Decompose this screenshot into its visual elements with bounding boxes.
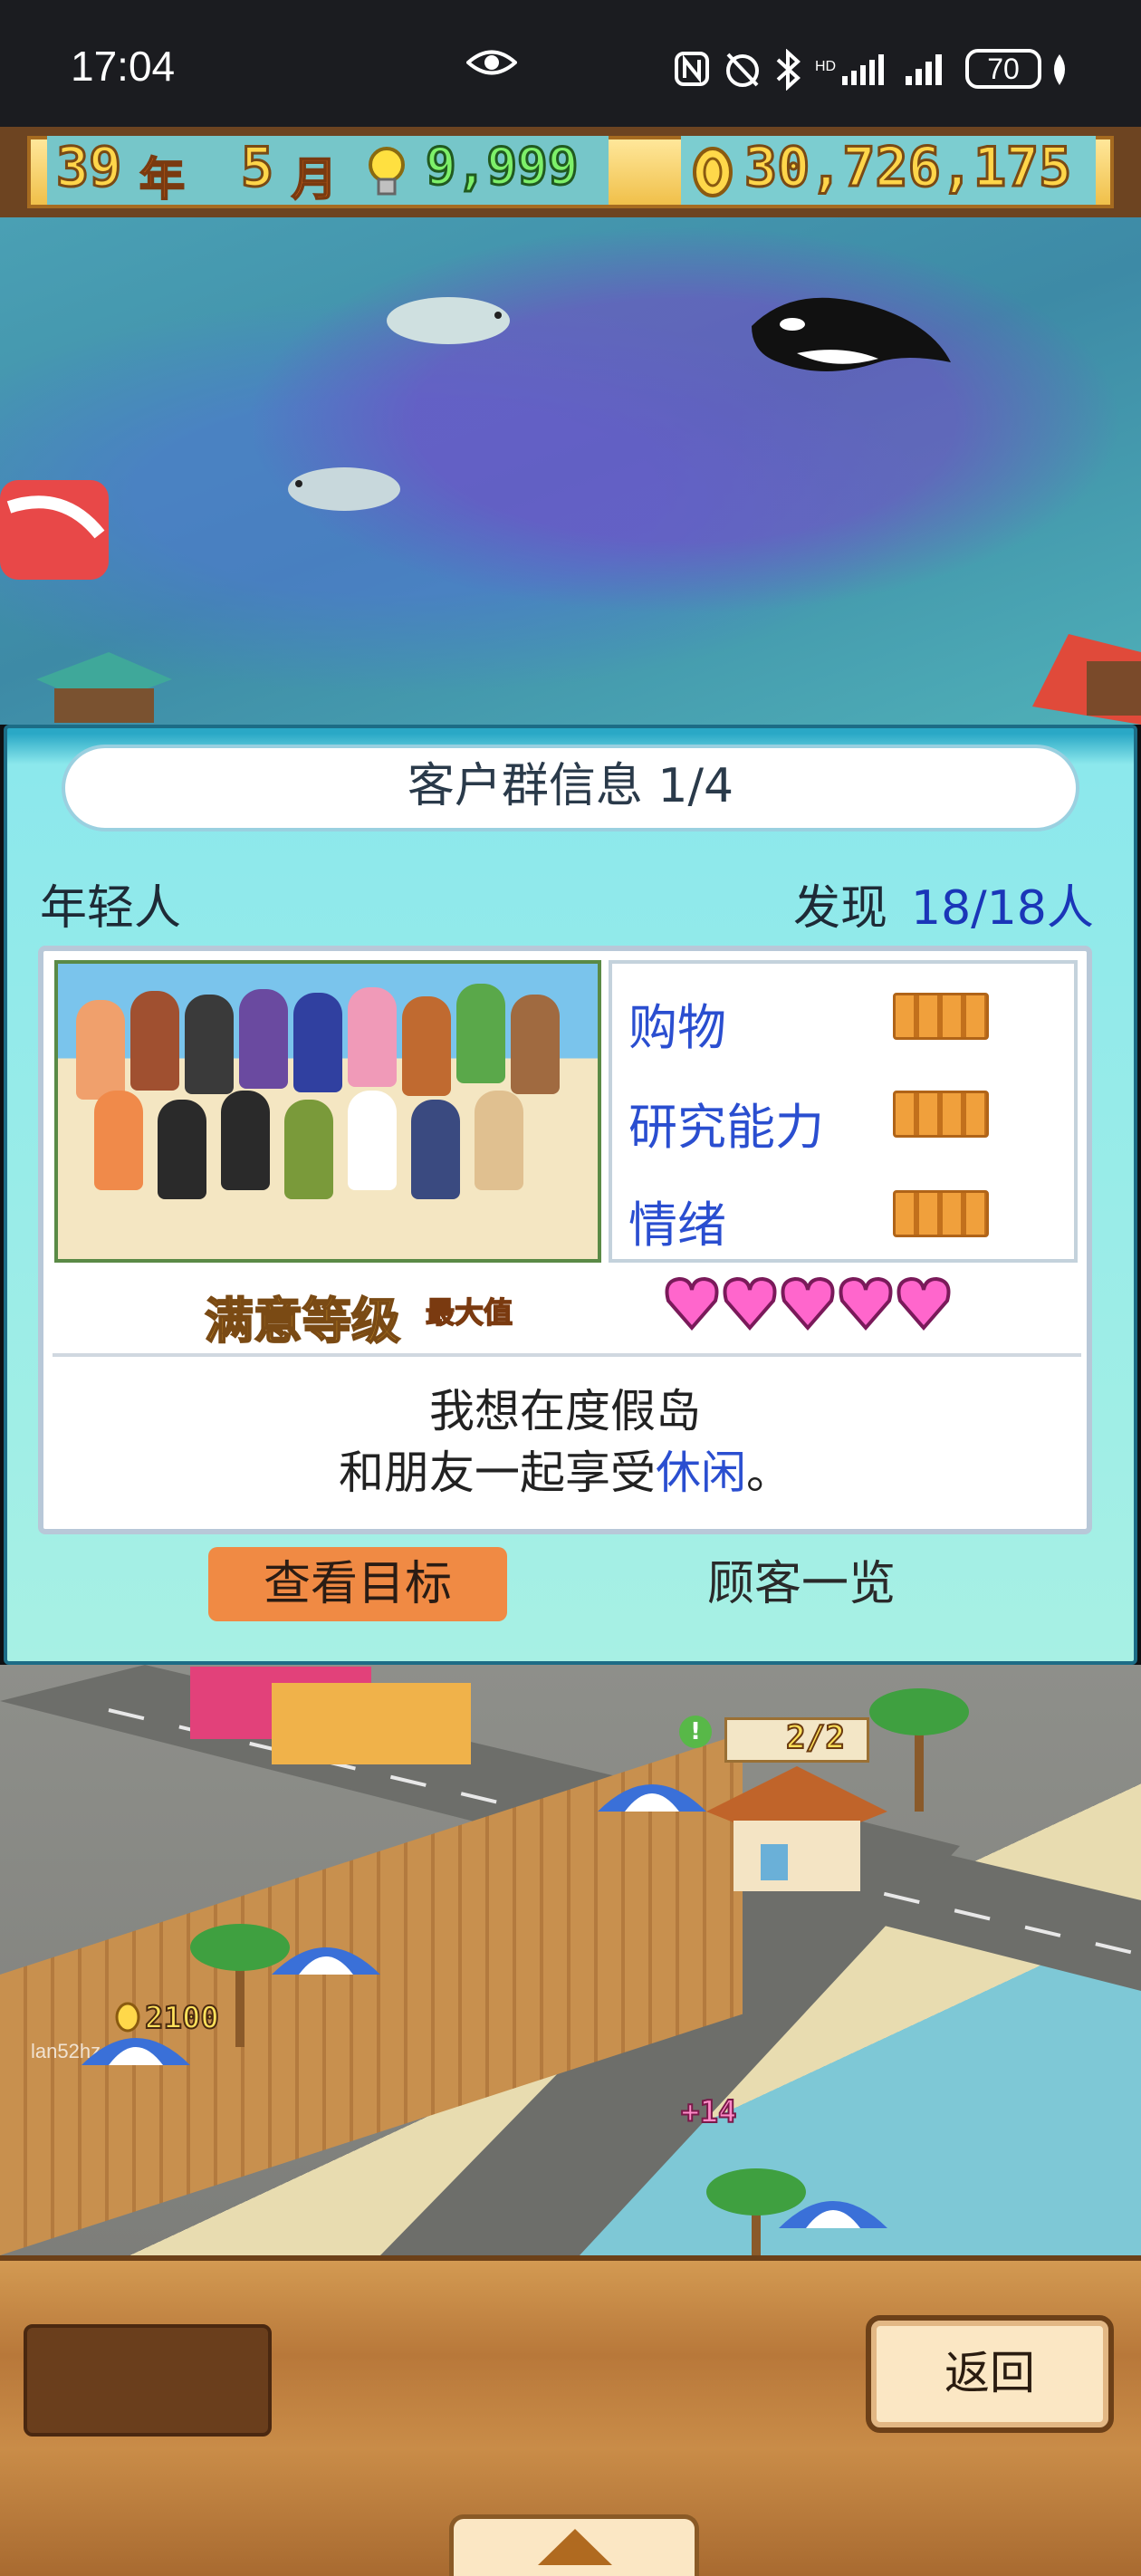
aquarium-scene[interactable] (0, 217, 1141, 725)
satisfaction-label: 满意等级 (204, 1292, 401, 1350)
stat-research-label: 研究能力 (628, 1099, 824, 1156)
person-sprite (130, 991, 179, 1091)
pier-icon (1032, 634, 1141, 725)
heart-icon (665, 1276, 719, 1331)
battery-icon: 70 (965, 49, 1041, 89)
hud-year: 39 (54, 135, 122, 201)
customer-group-name: 年轻人 (40, 881, 182, 936)
person-sprite (158, 1100, 206, 1199)
person-sprite (475, 1091, 523, 1190)
found-label: 发现 (793, 881, 888, 936)
person-sprite (348, 1091, 397, 1190)
plus-float-text: +14 (680, 2093, 737, 2131)
seal-icon (387, 297, 510, 344)
eye-icon (466, 50, 517, 75)
heart-icon (896, 1276, 951, 1331)
umbrella-icon (779, 2201, 887, 2228)
alarm-off-icon (726, 53, 759, 87)
notice-count: 2/2 (785, 1718, 846, 1757)
stat-research-bar (893, 1091, 989, 1138)
signal-icon: HD (815, 54, 884, 85)
person-sprite (348, 987, 397, 1087)
person-sprite (511, 995, 560, 1094)
lightbulb-icon (369, 147, 405, 196)
found-count: 18/18人 (911, 881, 1094, 936)
quote-highlight: 休闲 (656, 1447, 746, 1499)
umbrella-icon (82, 2038, 190, 2065)
group-portrait (54, 960, 601, 1263)
person-sprite (293, 993, 342, 1092)
palm-tree-icon (869, 1688, 969, 1812)
stat-mood-label: 情绪 (628, 1197, 726, 1254)
back-button[interactable]: 返回 (866, 2315, 1114, 2433)
bluetooth-icon (776, 49, 801, 91)
quote-text: 和朋友一起享受 (339, 1447, 656, 1499)
hut-icon (36, 652, 172, 723)
stat-shopping-label: 购物 (628, 999, 726, 1056)
signal-icon (906, 54, 942, 85)
customer-list-button[interactable]: 顾客一览 (652, 1547, 951, 1621)
person-sprite (402, 996, 451, 1096)
card-divider (53, 1353, 1081, 1357)
person-sprite (456, 984, 505, 1083)
person-sprite (185, 995, 234, 1094)
nfc-icon (675, 52, 709, 86)
heart-icon (839, 1276, 893, 1331)
quote-line-2: 和朋友一起享受休闲。 (38, 1437, 1092, 1502)
stat-mood-bar (893, 1190, 989, 1237)
person-sprite (239, 989, 288, 1089)
person-sprite (94, 1091, 143, 1190)
status-time: 17:04 (71, 43, 176, 90)
person-sprite (411, 1100, 460, 1199)
hud-month-label: 月 (291, 152, 338, 207)
heart-icon (781, 1276, 835, 1331)
svg-text:HD: HD (815, 59, 836, 74)
umbrella-icon (272, 1947, 380, 1975)
view-goal-button[interactable]: 查看目标 (208, 1547, 507, 1621)
shop-roof (272, 1683, 471, 1764)
hearts-rating (665, 1276, 951, 1331)
empty-slot-button[interactable] (24, 2324, 272, 2437)
hud-year-label: 年 (139, 152, 186, 207)
hud-month: 5 (239, 135, 274, 201)
orca-icon (752, 297, 951, 371)
person-sprite (284, 1100, 333, 1199)
notice-icon[interactable]: ! (679, 1716, 712, 1748)
house-icon (706, 1766, 887, 1891)
umbrella-icon (598, 1784, 706, 1812)
heart-icon (723, 1276, 777, 1331)
person-sprite (76, 1000, 125, 1100)
stat-shopping-bar (893, 993, 989, 1040)
hud-money: 30,726,175 (743, 135, 1072, 201)
leaf-icon (1054, 54, 1065, 85)
quote-end: 。 (746, 1447, 791, 1499)
seal-icon (288, 467, 400, 511)
coin-icon (693, 147, 733, 197)
satisfaction-max-badge: 最大值 (425, 1294, 513, 1331)
dialog-title: 客户群信息 1/4 (407, 759, 734, 813)
quote-line-1: 我想在度假岛 (429, 1385, 701, 1437)
chevron-up-icon (538, 2529, 612, 2565)
hud-ideas: 9,999 (425, 137, 580, 198)
water-slide-icon (0, 480, 109, 580)
person-sprite (221, 1091, 270, 1190)
